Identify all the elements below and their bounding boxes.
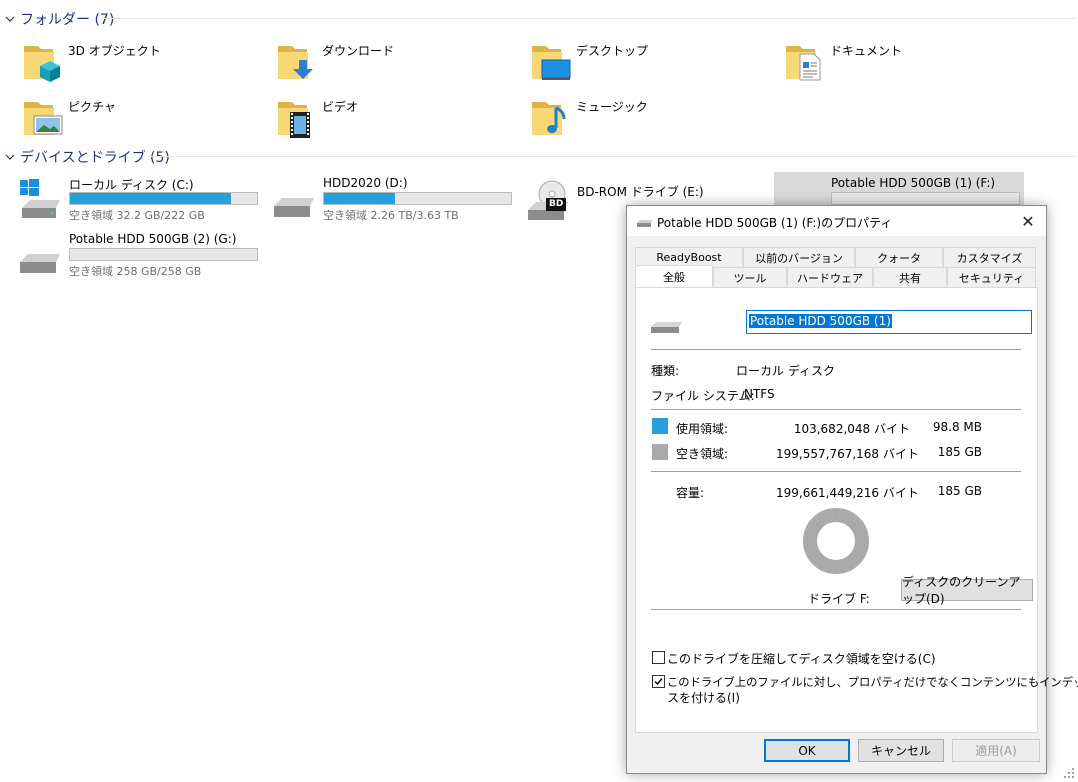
volume-name-text: Potable HDD 500GB (1) [749, 314, 892, 328]
drive-free-space: 空き領域 32.2 GB/222 GB [69, 209, 205, 222]
type-value: ローカル ディスク [736, 364, 835, 378]
drive-name: Potable HDD 500GB (2) (G:) [69, 232, 237, 246]
tab-sharing[interactable]: 共有 [873, 267, 947, 287]
folder-videos[interactable]: ビデオ [276, 96, 526, 146]
close-icon: ✕ [1021, 211, 1035, 231]
folder-label: デスクトップ [576, 44, 649, 58]
compress-checkbox[interactable] [652, 651, 665, 664]
drive-usage-bar [69, 248, 258, 261]
usage-donut-chart [803, 508, 869, 574]
separator [651, 349, 1021, 350]
filesystem-value: NTFS [744, 387, 775, 401]
folder-music[interactable]: ミュージック [530, 96, 780, 146]
filesystem-label: ファイル システム: [651, 389, 755, 403]
free-space-human: 185 GB [937, 445, 982, 459]
drive-small-icon [637, 220, 653, 227]
bd-badge-label: BD [549, 199, 564, 209]
separator [651, 609, 1021, 610]
drives-section-title: デバイスとドライブ (5) [20, 150, 170, 166]
used-space-swatch [652, 418, 668, 434]
used-space-label: 使用領域: [676, 422, 729, 436]
folder-label: ミュージック [576, 100, 648, 114]
capacity-label: 容量: [676, 486, 705, 500]
drives-section-header[interactable]: デバイスとドライブ (5) [4, 147, 170, 167]
index-label-line1: このドライブ上のファイルに対し、プロパティだけでなくコンテンツにもインデックス [667, 676, 1078, 689]
windows-drive-icon [20, 179, 60, 218]
folder-desktop[interactable]: デスクトップ [530, 40, 780, 90]
folder-label: ドキュメント [830, 44, 903, 58]
drive-name: HDD2020 (D:) [323, 176, 408, 190]
index-checkbox[interactable] [652, 675, 665, 688]
hard-drive-icon [274, 198, 314, 217]
drive-name: Potable HDD 500GB (1) (F:) [831, 176, 996, 190]
disk-cleanup-button[interactable]: ディスクのクリーンアップ(D) [901, 575, 1033, 606]
documents-folder-icon [786, 46, 821, 81]
dialog-titlebar[interactable]: Potable HDD 500GB (1) (F:)のプロパティ ✕ [627, 206, 1046, 236]
drive-c[interactable]: ローカル ディスク (C:) 空き領域 32.2 GB/222 GB [18, 176, 268, 228]
folder-downloads[interactable]: ダウンロード [276, 40, 526, 90]
music-folder-icon [532, 102, 566, 135]
tab-customize[interactable]: カスタマイズ [943, 247, 1036, 267]
drive-free-space: 空き領域 258 GB/258 GB [69, 265, 202, 278]
3d-objects-folder-icon [24, 46, 60, 82]
chevron-down-icon [5, 154, 15, 160]
ok-button[interactable]: OK [764, 739, 850, 762]
folder-label: 3D オブジェクト [68, 44, 161, 58]
tab-row-2: 全般 ツール ハードウェア 共有 セキュリティ [635, 265, 1036, 287]
pictures-folder-icon [24, 102, 63, 135]
drive-name: ローカル ディスク (C:) [69, 178, 194, 192]
used-space-human: 98.8 MB [932, 420, 982, 434]
free-space-swatch [652, 444, 668, 460]
type-label: 種類: [651, 364, 680, 378]
hard-drive-icon [20, 254, 60, 273]
tab-quota[interactable]: クォータ [855, 247, 943, 267]
videos-folder-icon [278, 102, 310, 138]
folders-section-header[interactable]: フォルダー (7) [4, 9, 114, 29]
tab-security[interactable]: セキュリティ [947, 267, 1036, 287]
separator [651, 471, 1021, 472]
downloads-folder-icon [278, 46, 313, 79]
volume-name-input[interactable]: Potable HDD 500GB (1) [746, 310, 1032, 334]
tab-general[interactable]: 全般 [635, 265, 713, 287]
drive-letter-label: ドライブ F: [808, 592, 870, 606]
free-space-label: 空き領域: [676, 447, 729, 461]
apply-button[interactable]: 適用(A) [952, 739, 1040, 762]
close-button[interactable]: ✕ [1014, 208, 1042, 234]
capacity-human: 185 GB [937, 484, 982, 498]
donut-free-ring [803, 508, 869, 574]
drive-icon [651, 322, 682, 333]
drive-g[interactable]: Potable HDD 500GB (2) (G:) 空き領域 258 GB/2… [18, 232, 268, 284]
tab-row-1: ReadyBoost 以前のバージョン クォータ カスタマイズ [635, 247, 1036, 267]
folder-documents[interactable]: ドキュメント [784, 40, 1034, 90]
drive-d[interactable]: HDD2020 (D:) 空き領域 2.26 TB/3.63 TB [272, 176, 522, 228]
drive-f[interactable]: Potable HDD 500GB (1) (F:) [774, 172, 1024, 206]
drive-name: BD-ROM ドライブ (E:) [577, 185, 704, 199]
free-space-bytes: 199,557,767,168 バイト [776, 447, 919, 461]
drive-free-space: 空き領域 2.26 TB/3.63 TB [323, 209, 459, 222]
folders-section-title: フォルダー (7) [20, 12, 115, 28]
separator [651, 409, 1021, 410]
folder-label: ビデオ [322, 100, 359, 114]
cancel-button[interactable]: キャンセル [858, 739, 944, 762]
tab-readyboost[interactable]: ReadyBoost [635, 247, 743, 267]
drive-usage-bar [69, 192, 258, 205]
properties-dialog: Potable HDD 500GB (1) (F:)のプロパティ ✕ Ready… [626, 205, 1078, 774]
tab-previous-versions[interactable]: 以前のバージョン [743, 247, 855, 267]
tab-tools[interactable]: ツール [713, 267, 787, 287]
used-space-bytes: 103,682,048 バイト [793, 422, 910, 436]
tab-hardware[interactable]: ハードウェア [787, 267, 873, 287]
desktop-folder-icon [532, 46, 571, 80]
chevron-down-icon [5, 16, 15, 22]
general-tab-panel: Potable HDD 500GB (1) 種類: ローカル ディスク ファイル… [635, 287, 1078, 733]
folder-label: ダウンロード [322, 44, 395, 58]
dialog-title: Potable HDD 500GB (1) (F:)のプロパティ [657, 216, 893, 230]
folder-label: ピクチャ [68, 100, 116, 114]
compress-label: このドライブを圧縮してディスク領域を空ける(C) [667, 652, 936, 666]
folder-3d-objects[interactable]: 3D オブジェクト [22, 40, 272, 90]
folder-pictures[interactable]: ピクチャ [22, 96, 272, 146]
resize-grip-icon[interactable] [1062, 766, 1076, 780]
capacity-bytes: 199,661,449,216 バイト [776, 486, 919, 500]
drive-usage-bar [323, 192, 512, 205]
index-label-line2: スを付ける(I) [667, 691, 740, 705]
